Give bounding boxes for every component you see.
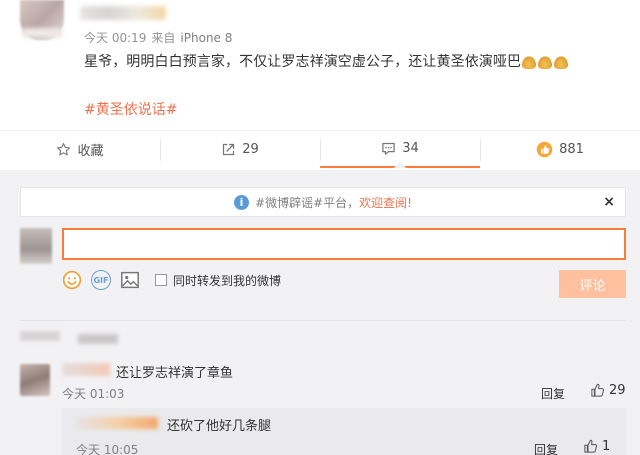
avatar-badge-blur [22,28,62,38]
gif-button[interactable]: GIF [91,270,111,290]
comment-like-button[interactable]: 29 [590,383,626,398]
comment-toolbar: GIF 同时转发到我的微博 [62,268,281,292]
repost-button[interactable]: 29 [160,131,320,168]
reply-reply-button[interactable]: 回复 [534,441,558,455]
reply-text: 还砍了他好几条腿 [167,419,272,434]
gif-icon: GIF [91,270,111,290]
notice-link[interactable]: 欢迎查阅! [359,194,412,211]
image-button[interactable] [120,271,140,289]
replier-name-blurred[interactable] [76,417,158,429]
repost-checkbox[interactable] [155,274,167,286]
current-user-avatar [20,228,52,264]
like-button[interactable]: 881 [480,131,640,168]
post-topic-link[interactable]: #黄圣依说话# [84,99,177,119]
favorite-button[interactable]: 收藏 [0,131,160,168]
comment-time: 今天 01:03 [62,387,125,401]
comment-text: 还让罗志祥演了章鱼 [116,366,234,381]
favorite-label: 收藏 [77,144,104,159]
dumpling-emoji-icon [521,55,538,69]
rumor-notice-bar: i #微博辟谣#平台， 欢迎查阅! × [20,187,626,217]
like-icon [536,141,553,158]
dumpling-emoji-group [521,55,570,73]
post-text: 星爷，明明白白预言家，不仅让罗志祥演空虚公子，还让黄圣依演哑巴 [84,54,522,70]
thumb-up-icon [584,439,598,453]
dumpling-emoji-icon [537,55,554,69]
comment-panel: i #微博辟谣#平台， 欢迎查阅! × GIF 同时转发到我的微博 评论 还让罗… [0,170,640,455]
submit-comment-button[interactable]: 评论 [559,270,626,298]
weibo-post: 今天 00:19 来自 iPhone 8 星爷，明明白白预言家，不仅让罗志祥演空虚公… [0,0,640,130]
post-action-bar: 收藏 29 34 881 [0,130,640,168]
comment-reply-button[interactable]: 回复 [541,385,565,402]
comment-button[interactable]: 34 [320,131,480,168]
star-icon [57,143,71,156]
reply-time: 今天 10:05 [76,443,139,455]
source-prefix: 来自 [151,31,176,45]
divider [20,320,626,321]
notice-text: #微博辟谣#平台， [255,195,360,210]
thumb-up-icon [591,383,605,397]
reply-item: 还砍了他好几条腿 今天 10:05 回复 1 [62,408,626,455]
smiley-icon [62,270,82,290]
post-content: 星爷，明明白白预言家，不仅让罗志祥演空虚公子，还让黄圣依演哑巴 [84,51,570,73]
comment-input[interactable] [62,228,626,260]
comment-icon [382,142,395,155]
emoji-button[interactable] [62,270,82,290]
image-icon [121,271,139,289]
like-count: 881 [559,142,584,157]
comment-count: 34 [402,141,419,156]
reply-like-count: 1 [602,439,611,454]
sort-option-blurred[interactable] [20,331,60,341]
comment-like-count: 29 [609,383,626,398]
commenter-name-blurred[interactable] [62,363,110,376]
post-meta: 今天 00:19 来自 iPhone 8 [84,29,237,46]
reply-like-button[interactable]: 1 [583,439,610,454]
repost-checkbox-label: 同时转发到我的微博 [173,273,282,288]
dumpling-emoji-icon [553,55,570,69]
repost-count: 29 [242,142,259,157]
sort-option-blurred[interactable] [78,334,118,344]
close-icon[interactable]: × [603,194,615,210]
post-time[interactable]: 今天 00:19 [84,31,146,45]
info-icon: i [234,194,250,210]
post-device[interactable]: iPhone 8 [180,31,232,45]
repost-icon [223,143,235,156]
author-name-blurred[interactable] [80,6,166,20]
commenter-avatar[interactable] [20,364,50,396]
